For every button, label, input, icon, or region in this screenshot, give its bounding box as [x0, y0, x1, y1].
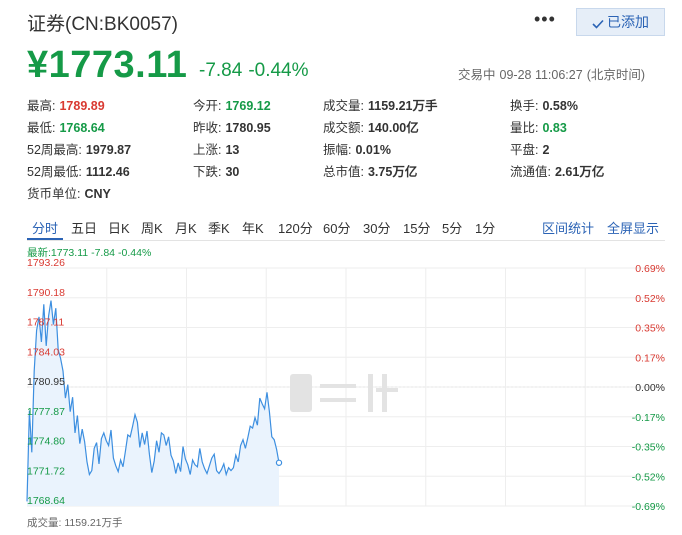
y-tick-left: 1780.95 — [27, 376, 65, 388]
y-tick-left: 1771.72 — [27, 465, 65, 477]
y-tick-right: -0.35% — [632, 442, 665, 454]
y-tick-right: 0.35% — [635, 323, 665, 335]
y-tick-left: 1790.18 — [27, 287, 65, 299]
y-tick-left: 1768.64 — [27, 495, 65, 507]
y-tick-right: 0.69% — [635, 263, 665, 275]
y-tick-right: -0.52% — [632, 471, 665, 483]
last-price-dot — [275, 459, 283, 466]
y-tick-left: 1787.11 — [27, 317, 64, 329]
y-tick-right: 0.00% — [635, 382, 665, 394]
volume-readout: 成交量: 1159.21万手 — [27, 517, 123, 529]
y-tick-left: 1784.03 — [27, 346, 65, 358]
y-tick-right: -0.17% — [632, 412, 665, 424]
y-tick-left: 1777.87 — [27, 406, 65, 418]
y-tick-left: 1793.26 — [27, 257, 65, 269]
intraday-chart[interactable]: 1793.26 1790.18 1787.11 1784.03 1780.95 1777.… — [0, 0, 682, 535]
watermark-logo — [290, 374, 398, 412]
y-tick-right: 0.52% — [635, 293, 665, 305]
y-tick-left: 1774.80 — [27, 436, 65, 448]
y-tick-right: 0.17% — [635, 352, 665, 364]
y-tick-right: -0.69% — [632, 501, 665, 513]
